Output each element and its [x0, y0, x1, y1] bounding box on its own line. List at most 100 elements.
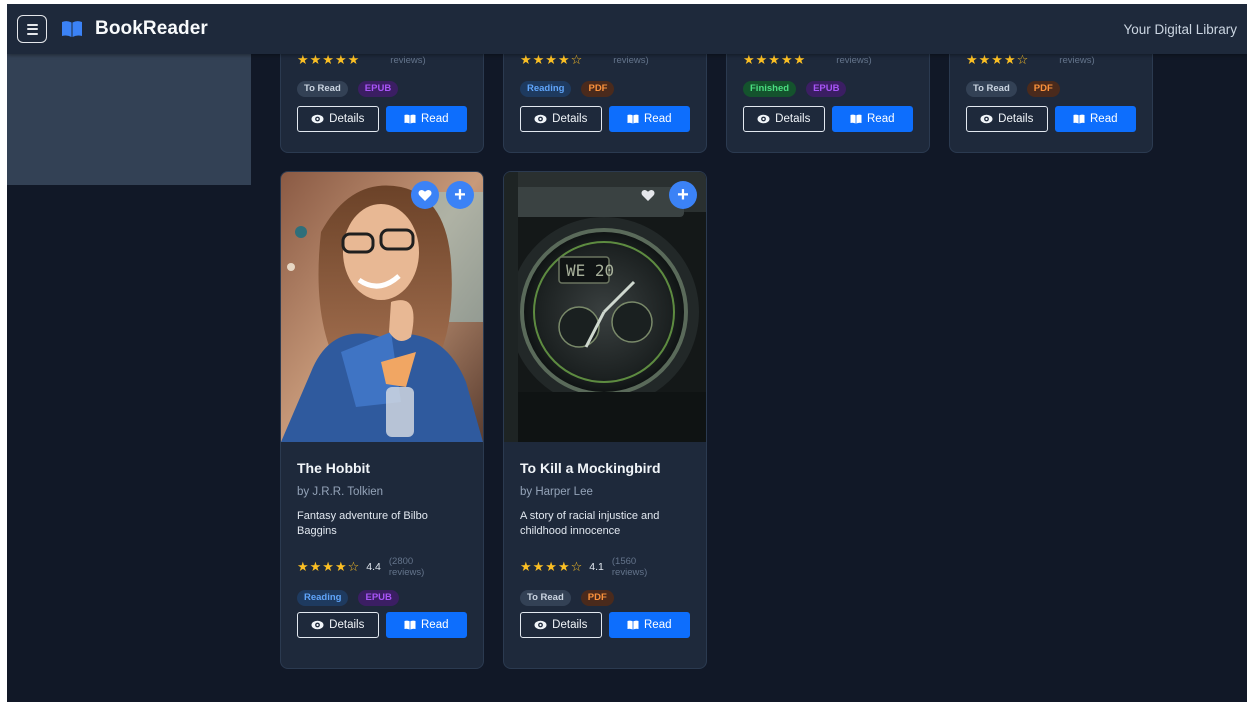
- tag-row: To Read PDF: [966, 81, 1136, 97]
- book-author: by J.R.R. Tolkien: [297, 486, 384, 498]
- read-button[interactable]: Read: [831, 106, 913, 132]
- status-badge: To Read: [520, 590, 571, 606]
- book-author: by Harper Lee: [520, 486, 593, 498]
- rating-row: ★★★★☆ 4.4 (2800 reviews): [297, 555, 467, 579]
- book-title[interactable]: The Hobbit: [297, 460, 467, 476]
- book-icon: [627, 620, 639, 630]
- format-badge: EPUB: [806, 81, 847, 97]
- hamburger-menu-button[interactable]: [17, 15, 47, 43]
- rating-stars: ★★★★☆: [966, 52, 1030, 67]
- details-label: Details: [552, 619, 588, 631]
- review-count: reviews): [1059, 54, 1095, 66]
- rating-stars: ★★★★★: [297, 52, 361, 67]
- read-label: Read: [1090, 113, 1118, 125]
- read-button[interactable]: Read: [385, 106, 467, 132]
- read-button[interactable]: Read: [608, 612, 690, 638]
- heart-icon: [418, 189, 432, 201]
- status-badge: Reading: [520, 81, 572, 97]
- rating-stars: ★★★★☆: [520, 559, 584, 574]
- add-to-list-button[interactable]: +: [446, 181, 474, 209]
- details-label: Details: [998, 113, 1034, 125]
- favorite-button[interactable]: [411, 181, 439, 209]
- book-title[interactable]: To Kill a Mockingbird: [520, 460, 690, 476]
- card-actions: Details Read: [743, 106, 913, 132]
- status-badge: To Read: [297, 81, 348, 97]
- svg-text:WE 20: WE 20: [566, 261, 614, 280]
- details-button[interactable]: Details: [743, 106, 825, 132]
- book-icon: [850, 114, 862, 124]
- status-badge: Finished: [743, 81, 797, 97]
- review-count: reviews): [390, 54, 426, 66]
- cover-photo-watch: WE 20: [504, 172, 706, 442]
- status-badge: To Read: [966, 81, 1017, 97]
- eye-icon: [311, 620, 324, 630]
- tag-row: Reading EPUB: [297, 590, 467, 606]
- book-cover-image[interactable]: +: [281, 172, 483, 442]
- tag-row: Reading PDF: [520, 81, 690, 97]
- book-description: A story of racial injustice and childhoo…: [520, 510, 660, 537]
- cover-photo-woman: [281, 172, 483, 442]
- menu-line: [26, 32, 38, 35]
- card-actions: Details Read: [520, 106, 690, 132]
- book-card[interactable]: WE 20 + To Kill a Mockingbird by Harper …: [503, 171, 707, 669]
- format-badge: PDF: [1026, 81, 1060, 97]
- plus-icon: +: [454, 184, 466, 206]
- format-badge: EPUB: [357, 81, 399, 97]
- details-button[interactable]: Details: [297, 612, 379, 638]
- app-window: BookReader Your Digital Library ★★★★★ re…: [7, 4, 1247, 702]
- review-count: reviews): [836, 54, 872, 66]
- details-button[interactable]: Details: [297, 106, 379, 132]
- favorite-button[interactable]: [634, 181, 662, 209]
- read-label: Read: [644, 113, 672, 125]
- format-badge: PDF: [580, 590, 614, 606]
- details-button[interactable]: Details: [520, 106, 602, 132]
- read-button[interactable]: Read: [608, 106, 690, 132]
- plus-icon: +: [677, 184, 689, 206]
- read-label: Read: [644, 619, 672, 631]
- details-label: Details: [329, 619, 365, 631]
- details-button[interactable]: Details: [520, 612, 602, 638]
- rating-stars: ★★★★☆: [520, 52, 584, 67]
- card-actions: Details Read: [520, 612, 690, 638]
- menu-line: [26, 23, 38, 26]
- read-button[interactable]: Read: [385, 612, 467, 638]
- book-icon: [404, 114, 416, 124]
- read-label: Read: [867, 113, 895, 125]
- eye-icon: [534, 620, 547, 630]
- rating-stars: ★★★★☆: [297, 559, 361, 574]
- read-label: Read: [421, 619, 449, 631]
- eye-icon: [757, 114, 770, 124]
- card-actions: Details Read: [297, 612, 467, 638]
- heart-icon: [641, 189, 655, 201]
- details-button[interactable]: Details: [966, 106, 1048, 132]
- book-cover-image[interactable]: WE 20 +: [504, 172, 706, 442]
- review-count: reviews): [613, 54, 649, 66]
- rating-stars: ★★★★★: [743, 52, 807, 67]
- rating-value: 4.4: [366, 561, 381, 573]
- details-label: Details: [775, 113, 811, 125]
- brand-title[interactable]: BookReader: [95, 18, 208, 40]
- rating-row: ★★★★☆ 4.1 (1560 reviews): [520, 555, 690, 579]
- read-button[interactable]: Read: [1054, 106, 1136, 132]
- menu-line: [26, 28, 38, 30]
- eye-icon: [311, 114, 324, 124]
- tag-row: Finished EPUB: [743, 81, 913, 97]
- book-card[interactable]: + The Hobbit by J.R.R. Tolkien Fantasy a…: [280, 171, 484, 669]
- read-label: Read: [421, 113, 449, 125]
- tag-row: To Read PDF: [520, 590, 690, 606]
- sidebar-panel: [7, 54, 251, 185]
- status-badge: Reading: [297, 590, 349, 606]
- eye-icon: [980, 114, 993, 124]
- details-label: Details: [552, 113, 588, 125]
- top-navbar: BookReader Your Digital Library: [7, 4, 1247, 54]
- open-book-icon: [62, 21, 82, 37]
- book-icon: [1073, 114, 1085, 124]
- card-actions: Details Read: [297, 106, 467, 132]
- card-actions: Details Read: [966, 106, 1136, 132]
- eye-icon: [534, 114, 547, 124]
- format-badge: EPUB: [358, 590, 399, 606]
- review-count: (1560 reviews): [611, 556, 648, 578]
- book-icon: [404, 620, 416, 630]
- add-to-list-button[interactable]: +: [669, 181, 697, 209]
- review-count: (2800 reviews): [388, 556, 425, 578]
